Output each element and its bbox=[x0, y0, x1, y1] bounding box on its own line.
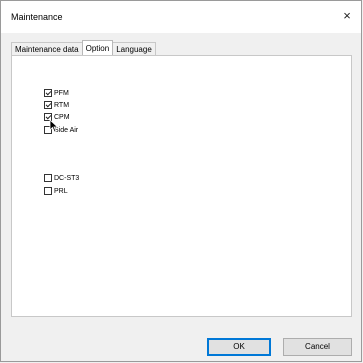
window-title: Maintenance bbox=[11, 12, 63, 22]
checkbox-prl-box[interactable] bbox=[44, 187, 52, 195]
close-icon[interactable]: × bbox=[336, 5, 358, 27]
checkbox-pfm-label: PFM bbox=[54, 89, 69, 97]
checkbox-dc-st3-label: DC-ST3 bbox=[54, 174, 80, 182]
tab-language[interactable]: Language bbox=[112, 42, 156, 55]
maintenance-dialog: Maintenance × Maintenance data Option La… bbox=[0, 0, 362, 362]
tab-maintenance-data[interactable]: Maintenance data bbox=[11, 42, 83, 55]
checkbox-pfm-box[interactable] bbox=[44, 89, 52, 97]
cancel-button[interactable]: Cancel bbox=[283, 338, 352, 356]
checkbox-rtm-box[interactable] bbox=[44, 101, 52, 109]
checkbox-prl[interactable]: PRL bbox=[44, 187, 68, 195]
checkbox-prl-label: PRL bbox=[54, 187, 68, 195]
tab-option[interactable]: Option bbox=[81, 40, 114, 55]
checkbox-rtm[interactable]: RTM bbox=[44, 101, 69, 109]
mouse-pointer-icon bbox=[49, 119, 59, 133]
checkbox-dc-st3[interactable]: DC-ST3 bbox=[44, 174, 79, 182]
checkbox-pfm[interactable]: PFM bbox=[44, 89, 69, 97]
checkbox-rtm-label: RTM bbox=[54, 101, 70, 109]
title-bar: Maintenance × bbox=[1, 1, 361, 33]
checkbox-dc-st3-box[interactable] bbox=[44, 174, 52, 182]
ok-button[interactable]: OK bbox=[207, 338, 271, 356]
tab-bar: Maintenance data Option Language bbox=[11, 40, 156, 56]
